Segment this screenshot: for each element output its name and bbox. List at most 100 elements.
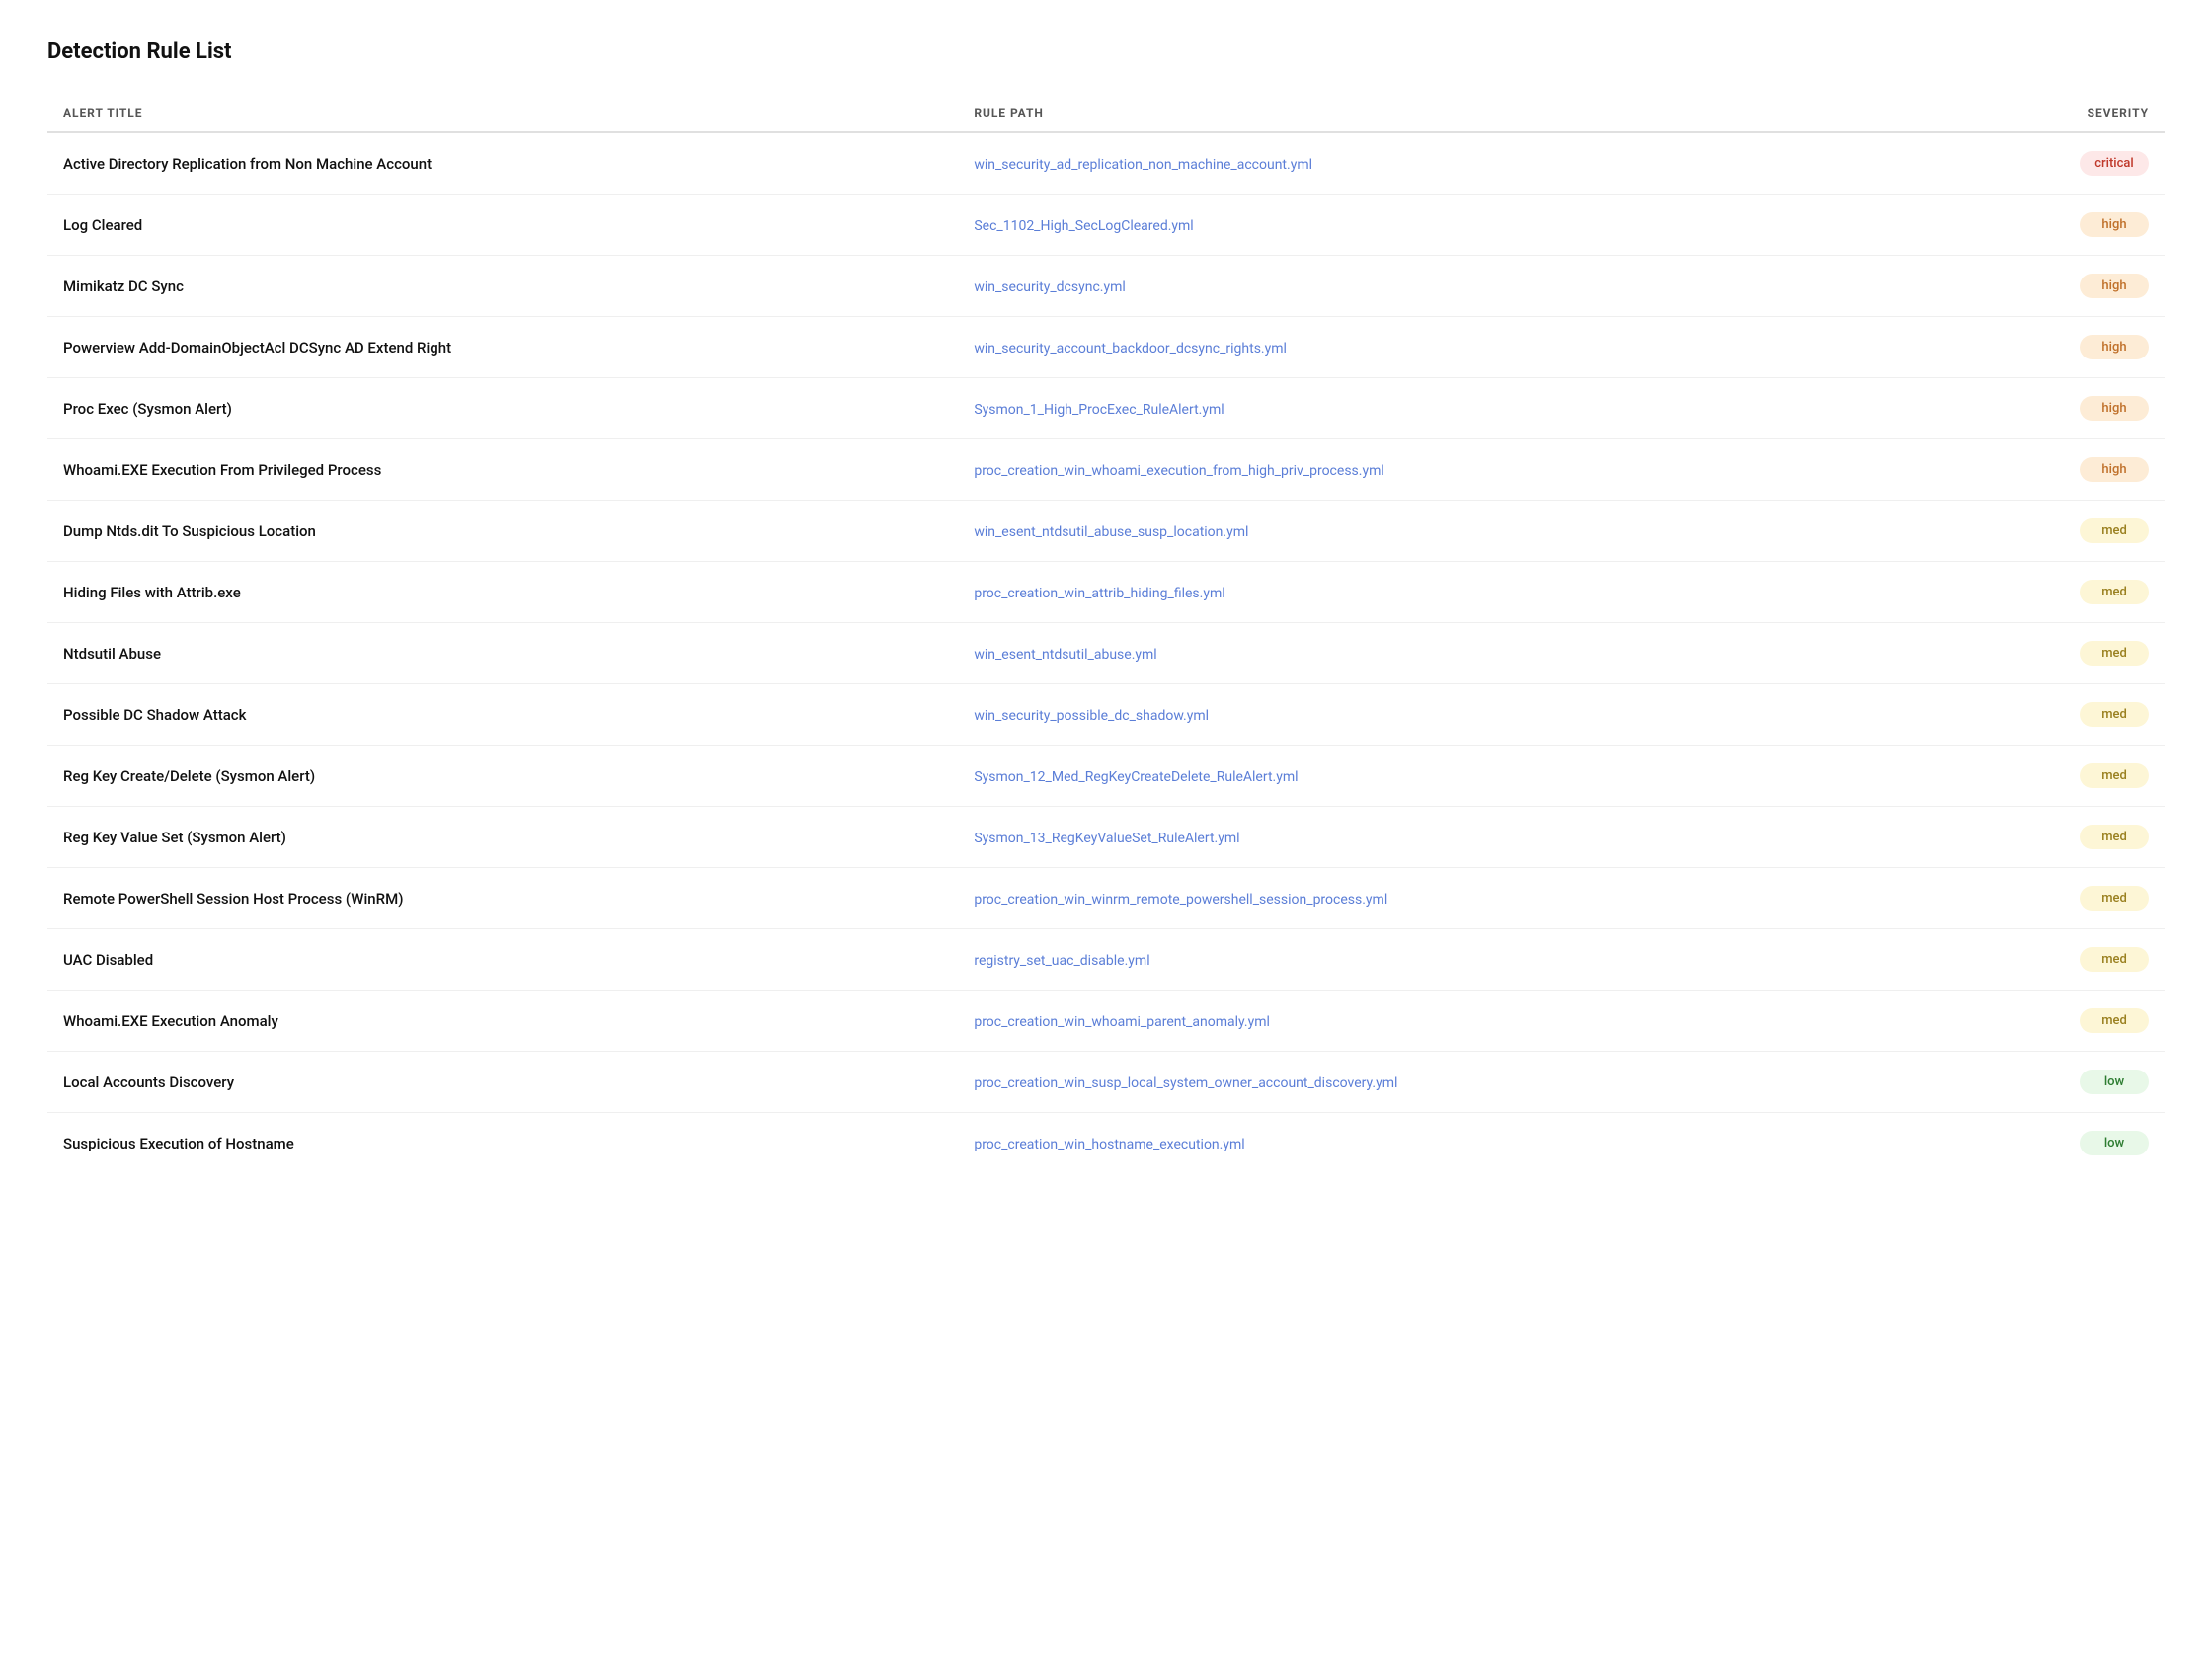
table-row: Active Directory Replication from Non Ma… [47, 132, 2165, 195]
severity-badge: low [2080, 1131, 2149, 1155]
severity-badge: high [2080, 396, 2149, 421]
rule-path-link[interactable]: win_esent_ntdsutil_abuse.yml [974, 647, 1156, 663]
rule-path-link[interactable]: Sysmon_13_RegKeyValueSet_RuleAlert.yml [974, 831, 1239, 846]
rule-path-cell: win_esent_ntdsutil_abuse.yml [958, 623, 1945, 684]
alert-title-cell: Ntdsutil Abuse [47, 623, 958, 684]
col-alert-title: ALERT TITLE [47, 96, 958, 132]
severity-cell: high [1946, 195, 2165, 256]
rule-path-cell: proc_creation_win_hostname_execution.yml [958, 1113, 1945, 1174]
table-row: Proc Exec (Sysmon Alert) Sysmon_1_High_Pr… [47, 378, 2165, 439]
table-row: Remote PowerShell Session Host Process (… [47, 868, 2165, 929]
detection-rule-table: ALERT TITLE RULE PATH SEVERITY Active Di… [47, 96, 2165, 1173]
table-row: Dump Ntds.dit To Suspicious Location win_… [47, 501, 2165, 562]
table-body: Active Directory Replication from Non Ma… [47, 132, 2165, 1173]
table-row: Hiding Files with Attrib.exe proc_creatio… [47, 562, 2165, 623]
table-row: Ntdsutil Abuse win_esent_ntdsutil_abuse.y… [47, 623, 2165, 684]
alert-title: Reg Key Value Set (Sysmon Alert) [63, 829, 286, 846]
rule-path-link[interactable]: proc_creation_win_winrm_remote_powershel… [974, 892, 1387, 908]
severity-cell: med [1946, 501, 2165, 562]
alert-title: Proc Exec (Sysmon Alert) [63, 400, 232, 418]
alert-title-cell: Active Directory Replication from Non Ma… [47, 132, 958, 195]
alert-title-cell: Suspicious Execution of Hostname [47, 1113, 958, 1174]
table-row: Suspicious Execution of Hostname proc_cre… [47, 1113, 2165, 1174]
rule-path-link[interactable]: proc_creation_win_whoami_parent_anomaly.… [974, 1014, 1270, 1030]
rule-path-cell: Sysmon_1_High_ProcExec_RuleAlert.yml [958, 378, 1945, 439]
rule-path-link[interactable]: win_security_possible_dc_shadow.yml [974, 708, 1209, 724]
alert-title-cell: Reg Key Create/Delete (Sysmon Alert) [47, 746, 958, 807]
table-row: Powerview Add-DomainObjectAcl DCSync AD … [47, 317, 2165, 378]
severity-badge: med [2080, 763, 2149, 788]
alert-title: Mimikatz DC Sync [63, 278, 184, 295]
col-rule-path: RULE PATH [958, 96, 1945, 132]
alert-title: Whoami.EXE Execution Anomaly [63, 1012, 278, 1030]
rule-path-cell: win_security_possible_dc_shadow.yml [958, 684, 1945, 746]
severity-cell: high [1946, 439, 2165, 501]
severity-cell: low [1946, 1052, 2165, 1113]
severity-badge: high [2080, 212, 2149, 237]
rule-path-link[interactable]: registry_set_uac_disable.yml [974, 953, 1149, 969]
severity-cell: med [1946, 684, 2165, 746]
alert-title-cell: Whoami.EXE Execution From Privileged Pro… [47, 439, 958, 501]
alert-title-cell: Hiding Files with Attrib.exe [47, 562, 958, 623]
alert-title: Hiding Files with Attrib.exe [63, 584, 241, 601]
severity-cell: med [1946, 562, 2165, 623]
alert-title-cell: Whoami.EXE Execution Anomaly [47, 991, 958, 1052]
rule-path-link[interactable]: proc_creation_win_attrib_hiding_files.ym… [974, 586, 1224, 601]
severity-badge: med [2080, 580, 2149, 604]
rule-path-cell: Sysmon_12_Med_RegKeyCreateDelete_RuleAle… [958, 746, 1945, 807]
table-row: Local Accounts Discovery proc_creation_wi… [47, 1052, 2165, 1113]
severity-cell: med [1946, 623, 2165, 684]
alert-title: Possible DC Shadow Attack [63, 706, 246, 724]
alert-title: Remote PowerShell Session Host Process (… [63, 890, 403, 908]
rule-path-link[interactable]: Sysmon_12_Med_RegKeyCreateDelete_RuleAle… [974, 769, 1298, 785]
severity-cell: high [1946, 378, 2165, 439]
table-row: Whoami.EXE Execution Anomaly proc_creatio… [47, 991, 2165, 1052]
severity-badge: high [2080, 335, 2149, 359]
alert-title: Whoami.EXE Execution From Privileged Pro… [63, 461, 381, 479]
alert-title-cell: Log Cleared [47, 195, 958, 256]
rule-path-link[interactable]: Sec_1102_High_SecLogCleared.yml [974, 218, 1193, 234]
alert-title: Suspicious Execution of Hostname [63, 1135, 294, 1152]
rule-path-cell: proc_creation_win_susp_local_system_owne… [958, 1052, 1945, 1113]
alert-title-cell: Reg Key Value Set (Sysmon Alert) [47, 807, 958, 868]
alert-title-cell: Mimikatz DC Sync [47, 256, 958, 317]
rule-path-link[interactable]: proc_creation_win_whoami_execution_from_… [974, 463, 1383, 479]
rule-path-cell: win_security_account_backdoor_dcsync_rig… [958, 317, 1945, 378]
col-severity: SEVERITY [1946, 96, 2165, 132]
table-row: Reg Key Value Set (Sysmon Alert) Sysmon_1… [47, 807, 2165, 868]
severity-badge: low [2080, 1070, 2149, 1094]
rule-path-cell: proc_creation_win_winrm_remote_powershel… [958, 868, 1945, 929]
rule-path-link[interactable]: proc_creation_win_susp_local_system_owne… [974, 1075, 1397, 1091]
rule-path-link[interactable]: Sysmon_1_High_ProcExec_RuleAlert.yml [974, 402, 1224, 418]
alert-title-cell: UAC Disabled [47, 929, 958, 991]
rule-path-cell: Sec_1102_High_SecLogCleared.yml [958, 195, 1945, 256]
rule-path-link[interactable]: win_security_account_backdoor_dcsync_rig… [974, 341, 1287, 357]
rule-path-cell: win_security_ad_replication_non_machine_… [958, 132, 1945, 195]
alert-title: Dump Ntds.dit To Suspicious Location [63, 522, 316, 540]
rule-path-link[interactable]: win_security_dcsync.yml [974, 279, 1125, 295]
severity-cell: critical [1946, 132, 2165, 195]
rule-path-link[interactable]: proc_creation_win_hostname_execution.yml [974, 1137, 1244, 1152]
severity-cell: high [1946, 256, 2165, 317]
alert-title: Log Cleared [63, 216, 142, 234]
rule-path-cell: Sysmon_13_RegKeyValueSet_RuleAlert.yml [958, 807, 1945, 868]
alert-title: UAC Disabled [63, 951, 153, 969]
table-row: Possible DC Shadow Attack win_security_po… [47, 684, 2165, 746]
severity-badge: med [2080, 702, 2149, 727]
rule-path-cell: proc_creation_win_whoami_parent_anomaly.… [958, 991, 1945, 1052]
table-row: Mimikatz DC Sync win_security_dcsync.yml h… [47, 256, 2165, 317]
rule-path-link[interactable]: win_security_ad_replication_non_machine_… [974, 157, 1312, 173]
alert-title: Active Directory Replication from Non Ma… [63, 155, 432, 173]
severity-cell: med [1946, 807, 2165, 868]
rule-path-cell: registry_set_uac_disable.yml [958, 929, 1945, 991]
alert-title-cell: Local Accounts Discovery [47, 1052, 958, 1113]
alert-title: Reg Key Create/Delete (Sysmon Alert) [63, 767, 315, 785]
alert-title-cell: Dump Ntds.dit To Suspicious Location [47, 501, 958, 562]
severity-badge: med [2080, 518, 2149, 543]
rule-path-cell: proc_creation_win_whoami_execution_from_… [958, 439, 1945, 501]
table-header: ALERT TITLE RULE PATH SEVERITY [47, 96, 2165, 132]
alert-title-cell: Possible DC Shadow Attack [47, 684, 958, 746]
severity-badge: med [2080, 886, 2149, 911]
rule-path-link[interactable]: win_esent_ntdsutil_abuse_susp_location.y… [974, 524, 1248, 540]
table-row: UAC Disabled registry_set_uac_disable.yml… [47, 929, 2165, 991]
